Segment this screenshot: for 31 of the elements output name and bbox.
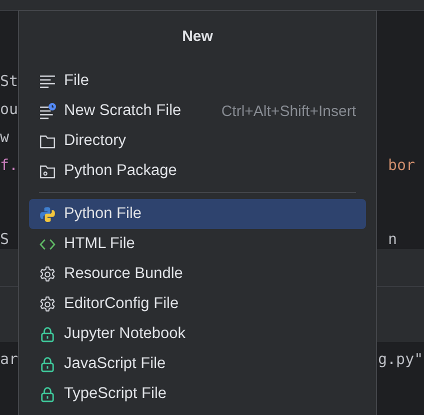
code-text: S: [0, 230, 10, 248]
code-text: ou: [0, 100, 18, 118]
menu-item[interactable]: Jupyter Notebook: [29, 319, 366, 349]
menu-item[interactable]: Python File: [29, 199, 366, 229]
menu-item[interactable]: TypeScript File: [29, 379, 366, 409]
menu-item[interactable]: File: [29, 66, 366, 96]
menu-item[interactable]: HTML File: [29, 229, 366, 259]
menu-item[interactable]: Python Package: [29, 156, 366, 186]
code-text: f.: [0, 156, 18, 174]
lock-icon: [39, 326, 56, 342]
snake-logo-icon: [39, 206, 56, 222]
code-text: w: [0, 128, 10, 146]
menu-item[interactable]: EditorConfig File: [29, 289, 366, 319]
lock-icon: [39, 386, 56, 402]
folder-icon: [39, 162, 56, 180]
code-text: ar: [0, 350, 18, 368]
popup-title: New: [181, 28, 214, 45]
code-text: g.py": [378, 350, 424, 368]
gear-icon: [39, 296, 56, 312]
menu-item[interactable]: Directory: [29, 126, 366, 156]
lines-clock-icon: [39, 102, 56, 120]
folder-icon: [39, 132, 56, 150]
menu-item[interactable]: Resource Bundle: [29, 259, 366, 289]
code-text: bor: [388, 156, 416, 174]
code-text: St: [0, 72, 18, 90]
menu-item[interactable]: JavaScript File: [29, 349, 366, 379]
lock-icon: [39, 356, 56, 372]
code-text: n: [388, 230, 398, 248]
gear-icon: [39, 266, 56, 282]
menu-item[interactable]: New Scratch File Ctrl+Alt+Shift+Insert: [29, 96, 366, 126]
lines-icon: [39, 72, 56, 90]
